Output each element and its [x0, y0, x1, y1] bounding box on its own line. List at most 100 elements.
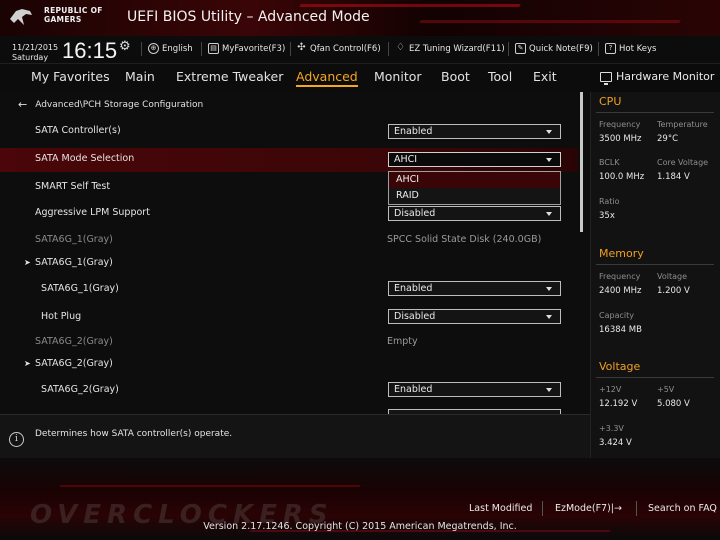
setting-label: SATA Controller(s): [35, 125, 121, 136]
favorite-icon: ▤: [208, 43, 219, 54]
divider: [636, 501, 637, 516]
chevron-down-icon: [546, 130, 552, 134]
decorative-streak: [59, 485, 361, 487]
chevron-down-icon: [546, 315, 552, 319]
ez-tuning-label: EZ Tuning Wizard(F11): [409, 43, 505, 54]
tab-boot[interactable]: Boot: [441, 69, 470, 84]
date-display: 11/21/2015 Saturday: [12, 43, 59, 62]
device-info: SPCC Solid State Disk (240.0GB): [387, 234, 542, 245]
info-icon: i: [9, 432, 24, 447]
group-label[interactable]: SATA6G_2(Gray): [35, 358, 113, 369]
monitor-icon: [600, 71, 612, 85]
qfan-label: Qfan Control(F6): [310, 43, 381, 54]
cpu-frequency-label: Frequency: [599, 120, 641, 129]
expand-arrow-icon[interactable]: ➤: [24, 258, 31, 267]
capacity-value: 16384 MB: [599, 325, 642, 335]
divider: [596, 377, 714, 378]
cpu-temperature-value: 29°C: [657, 134, 679, 144]
cpu-frequency-value: 3500 MHz: [599, 134, 642, 144]
bclk-label: BCLK: [599, 158, 620, 167]
capacity-label: Capacity: [599, 311, 634, 320]
help-icon: ?: [605, 43, 616, 54]
dropdown-option-ahci[interactable]: AHCI: [389, 172, 560, 188]
tab-my-favorites[interactable]: My Favorites: [31, 69, 110, 84]
dropdown-option-raid[interactable]: RAID: [389, 188, 560, 204]
v5-label: +5V: [657, 385, 675, 394]
tab-advanced[interactable]: Advanced: [296, 69, 358, 87]
select-value: Enabled: [394, 126, 433, 137]
tab-extreme-tweaker[interactable]: Extreme Tweaker: [176, 69, 283, 84]
chevron-down-icon: [546, 287, 552, 291]
ratio-label: Ratio: [599, 197, 620, 206]
ez-tuning-wizard-button[interactable]: ♢ EZ Tuning Wizard(F11): [395, 43, 505, 54]
qfan-control-button[interactable]: ✣ Qfan Control(F6): [296, 42, 381, 54]
language-label: English: [162, 43, 193, 54]
hot-plug-select[interactable]: Disabled: [388, 309, 561, 324]
expand-arrow-icon[interactable]: ➤: [24, 359, 31, 368]
divider: [388, 42, 389, 56]
memory-voltage-value: 1.200 V: [657, 286, 690, 296]
search-faq-button[interactable]: Search on FAQ: [648, 503, 717, 514]
bulb-icon: ♢: [396, 42, 405, 53]
setting-label: SATA6G_2(Gray): [41, 384, 119, 395]
tab-monitor[interactable]: Monitor: [374, 69, 422, 84]
v5-value: 5.080 V: [657, 399, 690, 409]
core-voltage-label: Core Voltage: [657, 158, 709, 167]
fan-icon: ✣: [297, 42, 306, 53]
divider: [596, 264, 714, 265]
setting-label: Hot Plug: [41, 311, 82, 322]
select-value: Enabled: [394, 283, 433, 294]
language-button[interactable]: ⊕ English: [148, 43, 193, 54]
divider: [508, 42, 509, 56]
group-label[interactable]: SATA6G_1(Gray): [35, 257, 113, 268]
core-voltage-value: 1.184 V: [657, 172, 690, 182]
divider: [290, 42, 291, 56]
aggressive-lpm-select[interactable]: Disabled: [388, 206, 561, 221]
memory-frequency-label: Frequency: [599, 272, 641, 281]
help-text: Determines how SATA controller(s) operat…: [35, 429, 233, 439]
divider: [201, 42, 202, 56]
setting-label: SATA6G_1(Gray): [41, 283, 119, 294]
ratio-value: 35x: [599, 211, 615, 221]
sata-controller-select[interactable]: Enabled: [388, 124, 561, 139]
v12-label: +12V: [599, 385, 622, 394]
select-value: Disabled: [394, 311, 436, 322]
divider: [596, 112, 714, 113]
sata6g1-port-select[interactable]: Enabled: [388, 281, 561, 296]
last-modified-button[interactable]: Last Modified: [469, 503, 532, 514]
select-value: Enabled: [394, 384, 433, 395]
bclk-value: 100.0 MHz: [599, 172, 645, 182]
app-title: UEFI BIOS Utility – Advanced Mode: [127, 9, 370, 25]
memory-voltage-label: Voltage: [657, 272, 688, 281]
tab-exit[interactable]: Exit: [533, 69, 557, 84]
rog-logo-icon: [10, 9, 32, 25]
clock: 16:15: [62, 38, 118, 63]
version-text: Version 2.17.1246. Copyright (C) 2015 Am…: [203, 521, 517, 532]
v33-label: +3.3V: [599, 424, 624, 433]
back-arrow-icon[interactable]: ←: [18, 98, 27, 111]
hot-keys-button[interactable]: ? Hot Keys: [605, 43, 656, 54]
setting-label: SATA Mode Selection: [35, 153, 135, 164]
cpu-temperature-label: Temperature: [657, 120, 708, 129]
tab-tool[interactable]: Tool: [488, 69, 512, 84]
voltage-section-title: Voltage: [599, 360, 641, 373]
sata6g2-port-select[interactable]: Enabled: [388, 382, 561, 397]
divider: [141, 42, 142, 56]
scrollbar[interactable]: [580, 92, 583, 232]
memory-section-title: Memory: [599, 247, 644, 260]
myfavorite-button[interactable]: ▤ MyFavorite(F3): [208, 43, 285, 54]
ezmode-button[interactable]: EzMode(F7)|→: [555, 503, 622, 514]
quick-note-button[interactable]: ✎ Quick Note(F9): [515, 43, 593, 54]
sata-mode-dropdown[interactable]: AHCI RAID: [388, 171, 561, 205]
brand-logo-text: REPUBLIC OF GAMERS: [44, 6, 103, 24]
breadcrumb[interactable]: ← Advanced\PCH Storage Configuration: [18, 98, 203, 111]
sata-mode-select[interactable]: AHCI: [388, 152, 561, 167]
cpu-section-title: CPU: [599, 95, 622, 108]
gear-icon[interactable]: ⚙: [119, 40, 132, 53]
chevron-down-icon: [546, 388, 552, 392]
myfavorite-label: MyFavorite(F3): [222, 43, 286, 54]
setting-label: SMART Self Test: [35, 181, 111, 192]
breadcrumb-label: Advanced\PCH Storage Configuration: [35, 99, 204, 110]
setting-label: SATA6G_2(Gray): [35, 336, 113, 347]
tab-main[interactable]: Main: [125, 69, 155, 84]
